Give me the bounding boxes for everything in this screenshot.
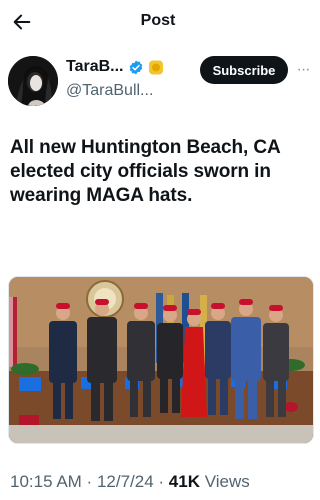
post-time: 10:15 AM	[10, 472, 82, 491]
gold-badge-icon[interactable]	[148, 59, 164, 75]
post-text: All new Huntington Beach, CA elected cit…	[10, 137, 280, 206]
avatar[interactable]	[8, 56, 58, 106]
top-bar: Post	[0, 0, 316, 44]
views-count[interactable]: 41K	[169, 472, 200, 491]
subscribe-button[interactable]: Subscribe	[200, 56, 288, 84]
display-name[interactable]: TaraB...	[66, 58, 124, 76]
author-header: TaraB... @TaraBull... Subscribe ···	[0, 50, 316, 110]
meta-separator: ·	[81, 472, 97, 491]
verified-badge-icon[interactable]	[128, 59, 144, 75]
more-icon[interactable]: ···	[292, 56, 314, 84]
page-title: Post	[140, 12, 176, 29]
meta-separator-2: ·	[153, 472, 169, 491]
council-photo	[9, 277, 313, 443]
name-row: TaraB...	[66, 58, 164, 76]
avatar-image	[8, 56, 58, 106]
post-photo[interactable]	[8, 276, 314, 444]
views-label: Views	[199, 472, 250, 491]
post-date: 12/7/24	[96, 472, 154, 491]
post-meta: 10:15 AM · 12/7/24 · 41K Views	[10, 472, 250, 492]
handle[interactable]: @TaraBull...	[66, 82, 153, 100]
